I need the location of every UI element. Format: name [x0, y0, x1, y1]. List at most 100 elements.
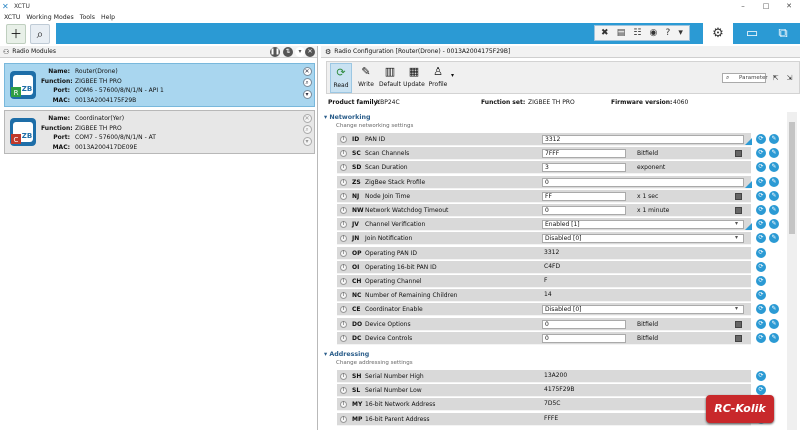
info-icon[interactable]: i	[340, 192, 347, 200]
param-value-field[interactable]: 0	[542, 206, 626, 215]
info-icon[interactable]: i	[340, 320, 347, 328]
info-icon[interactable]: i	[340, 306, 347, 314]
chevron-down-icon[interactable]: ▾	[302, 89, 312, 99]
sort-icon[interactable]: ⇅	[283, 47, 293, 57]
param-value-field[interactable]: Disabled [0]	[542, 234, 744, 244]
info-icon[interactable]: i	[340, 150, 347, 158]
write-param-icon[interactable]: ✎	[769, 176, 779, 187]
update-button[interactable]: ▦ Update	[403, 63, 425, 93]
info-icon[interactable]: i	[340, 249, 347, 257]
refresh-param-icon[interactable]: ⟳	[756, 318, 766, 329]
parameter-search-input[interactable]: ⌕ Parameter	[722, 73, 768, 83]
refresh-param-icon[interactable]: ⟳	[756, 219, 766, 230]
xctu-tools-icon[interactable]: ✖	[601, 28, 609, 38]
write-param-icon[interactable]: ✎	[769, 219, 779, 230]
default-button[interactable]: ▥ Default	[379, 63, 401, 93]
refresh-param-icon[interactable]: ⟳	[756, 134, 766, 144]
menu-xctu[interactable]: XCTU	[4, 14, 20, 21]
search-icon[interactable]: ⌕	[302, 125, 312, 134]
param-value-field[interactable]: 0	[542, 333, 626, 343]
refresh-param-icon[interactable]: ⟳	[756, 304, 766, 315]
info-icon[interactable]: i	[340, 178, 347, 186]
chevron-down-icon[interactable]: ▾	[451, 72, 454, 79]
info-icon[interactable]: i	[340, 278, 347, 285]
calculator-icon[interactable]	[735, 334, 742, 342]
chevron-down-icon[interactable]: ▾	[735, 234, 738, 241]
refresh-param-icon[interactable]: ⟳	[756, 176, 766, 187]
write-param-icon[interactable]: ✎	[769, 190, 779, 201]
info-icon[interactable]: i	[340, 292, 347, 300]
refresh-param-icon[interactable]: ⟳	[756, 148, 766, 159]
info-icon[interactable]: i	[340, 334, 347, 342]
refresh-param-icon[interactable]: ⟳	[756, 371, 766, 381]
param-value-field[interactable]: FF	[542, 191, 626, 201]
info-icon[interactable]: i	[340, 373, 347, 380]
menu-working-modes[interactable]: Working Modes	[26, 14, 73, 21]
calculator-icon[interactable]	[735, 207, 742, 214]
remove-all-icon[interactable]: ✕	[305, 47, 315, 57]
write-button[interactable]: ✎ Write	[355, 63, 377, 93]
write-param-icon[interactable]: ✎	[769, 233, 779, 244]
refresh-param-icon[interactable]: ⟳	[756, 385, 766, 396]
param-value-field[interactable]: Disabled [0]	[542, 305, 744, 315]
section-title[interactable]: ▾ Addressing	[324, 351, 369, 358]
calculator-icon[interactable]	[735, 192, 742, 200]
help-icon[interactable]: ?	[665, 28, 670, 38]
calculator-icon[interactable]	[735, 150, 742, 158]
param-value-field[interactable]: 3	[542, 163, 626, 173]
add-radio-module-button[interactable]: ＋	[6, 24, 26, 44]
info-icon[interactable]: i	[340, 136, 347, 143]
close-icon[interactable]: ✕	[302, 113, 312, 123]
scrollbar-thumb[interactable]	[789, 122, 795, 234]
chevron-down-icon[interactable]: ▾	[302, 136, 312, 146]
minimize-button[interactable]: –	[732, 0, 754, 12]
param-value-field[interactable]: 7FFF	[542, 149, 626, 159]
refresh-param-icon[interactable]: ⟳	[756, 190, 766, 201]
write-param-icon[interactable]: ✎	[769, 148, 779, 159]
chevron-down-icon[interactable]: ▾	[735, 220, 738, 227]
refresh-param-icon[interactable]: ⟳	[756, 162, 766, 173]
collapse-all-icon[interactable]: ⇱	[771, 74, 780, 83]
radio-module-coordinator[interactable]: C ZB Name: Coordinator(Yer) Function: ZIGB…	[4, 110, 315, 154]
refresh-param-icon[interactable]: ⟳	[756, 290, 766, 301]
write-param-icon[interactable]: ✎	[769, 304, 779, 315]
maximize-button[interactable]: □	[755, 0, 777, 12]
write-param-icon[interactable]: ✎	[769, 134, 779, 144]
refresh-param-icon[interactable]: ⟳	[756, 205, 766, 215]
menu-help[interactable]: Help	[101, 14, 115, 21]
search-icon[interactable]: ⌕	[302, 78, 312, 87]
expand-all-icon[interactable]: ⇲	[785, 74, 794, 83]
profile-button[interactable]: ♙ Profile	[427, 63, 449, 93]
close-icon[interactable]: ✕	[302, 66, 312, 76]
refresh-param-icon[interactable]: ⟳	[756, 276, 766, 286]
info-icon[interactable]: i	[340, 207, 347, 214]
info-icon[interactable]: i	[340, 164, 347, 172]
refresh-param-icon[interactable]: ⟳	[756, 247, 766, 258]
configuration-mode-button[interactable]: ⚙	[703, 23, 733, 44]
discover-devices-button[interactable]: ⌕	[30, 24, 50, 44]
refresh-param-icon[interactable]: ⟳	[756, 261, 766, 272]
write-param-icon[interactable]: ✎	[769, 162, 779, 173]
chevron-down-icon[interactable]: ▾	[295, 47, 305, 57]
info-icon[interactable]: i	[340, 221, 347, 229]
param-value-field[interactable]: 0	[542, 177, 744, 187]
menu-tools[interactable]: Tools	[80, 14, 95, 21]
update-icon[interactable]: ◉	[650, 28, 658, 38]
pause-icon[interactable]: ❚❚	[270, 47, 280, 57]
refresh-param-icon[interactable]: ⟳	[756, 233, 766, 244]
info-icon[interactable]: i	[340, 415, 347, 423]
network-mode-button[interactable]: ⧉	[768, 23, 798, 44]
chevron-down-icon[interactable]: ▾	[678, 28, 683, 38]
write-param-icon[interactable]: ✎	[769, 332, 779, 343]
info-icon[interactable]: i	[340, 401, 347, 409]
terminal-icon[interactable]: ☷	[633, 28, 641, 38]
refresh-param-icon[interactable]: ⟳	[756, 332, 766, 343]
consoles-mode-button[interactable]: ▭	[737, 23, 767, 44]
radio-module-router[interactable]: R ZB Name: Router(Drone) Function: ZIGBEE …	[4, 63, 315, 107]
vertical-scrollbar[interactable]	[787, 112, 797, 430]
param-value-field[interactable]: 0	[542, 319, 626, 329]
info-icon[interactable]: i	[340, 235, 347, 243]
frames-generator-icon[interactable]: ▤	[617, 28, 626, 38]
info-icon[interactable]: i	[340, 263, 347, 271]
close-button[interactable]: ✕	[778, 0, 800, 12]
